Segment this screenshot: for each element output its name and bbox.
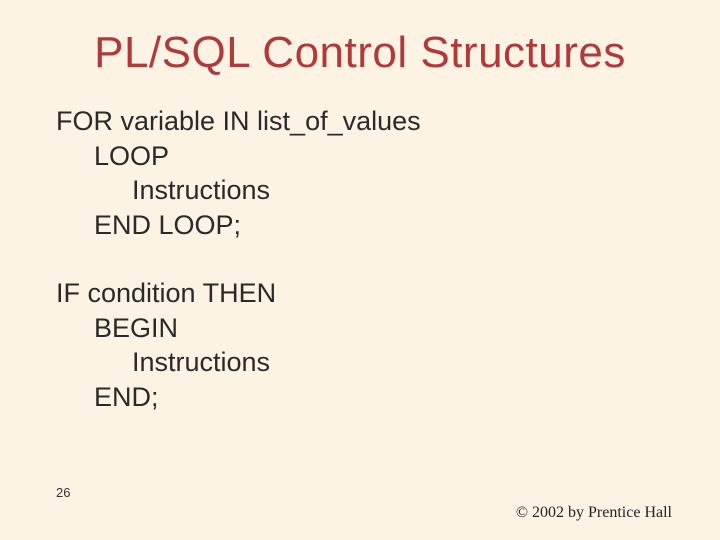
if-line-3: Instructions — [56, 345, 664, 380]
if-line-4: END; — [56, 380, 664, 415]
if-line-1: IF condition THEN — [56, 276, 664, 311]
slide-title: PL/SQL Control Structures — [56, 28, 664, 78]
page-number: 26 — [56, 485, 70, 500]
for-line-3: Instructions — [56, 173, 664, 208]
for-loop-block: FOR variable IN list_of_values LOOP Inst… — [56, 104, 664, 242]
if-block: IF condition THEN BEGIN Instructions END… — [56, 276, 664, 414]
for-line-1: FOR variable IN list_of_values — [56, 104, 664, 139]
slide: PL/SQL Control Structures FOR variable I… — [0, 0, 720, 540]
if-line-2: BEGIN — [56, 311, 664, 346]
copyright: © 2002 by Prentice Hall — [516, 504, 672, 522]
for-line-2: LOOP — [56, 139, 664, 174]
slide-body: FOR variable IN list_of_values LOOP Inst… — [56, 104, 664, 414]
for-line-4: END LOOP; — [56, 208, 664, 243]
